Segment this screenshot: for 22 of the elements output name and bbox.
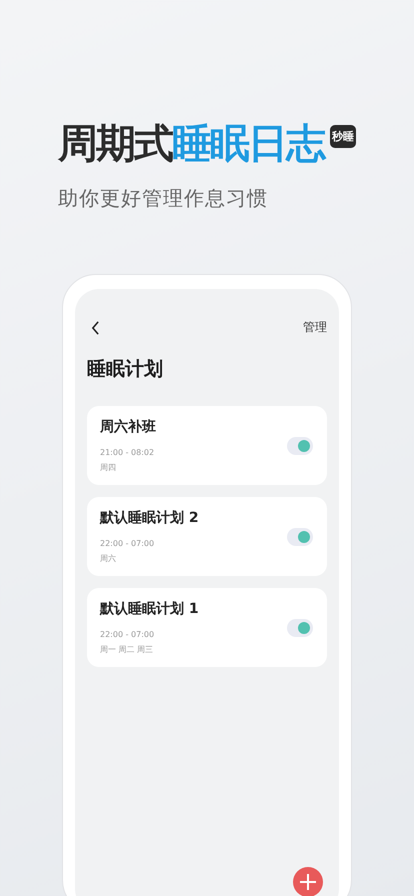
plan-days: 周一 周二 周三 bbox=[100, 644, 199, 655]
plan-time: 22:00 - 07:00 bbox=[100, 630, 156, 639]
toggle-switch[interactable] bbox=[287, 436, 313, 454]
plan-days: 周六 bbox=[100, 553, 199, 564]
plan-time: 22:00 - 07:00 bbox=[100, 539, 156, 548]
plan-name: 默认睡眠计划 2 bbox=[100, 509, 199, 527]
plan-time: 21:00 - 08:02 bbox=[100, 448, 156, 457]
back-icon[interactable] bbox=[91, 320, 100, 334]
headline: 周期式睡眠日志 bbox=[58, 120, 324, 169]
plan-card[interactable]: 周六补班 21:00 - 08:02 周四 bbox=[87, 406, 327, 485]
plan-name: 周六补班 bbox=[100, 418, 156, 436]
plan-name: 默认睡眠计划 1 bbox=[100, 600, 199, 618]
app-logo: 秒睡 bbox=[330, 125, 356, 148]
plan-days: 周四 bbox=[100, 462, 156, 473]
manage-link[interactable]: 管理 bbox=[303, 319, 327, 336]
toggle-switch[interactable] bbox=[287, 618, 313, 636]
screen-title: 睡眠计划 bbox=[87, 357, 164, 382]
plan-card[interactable]: 默认睡眠计划 1 22:00 - 07:00 周一 周二 周三 bbox=[87, 588, 327, 667]
subtitle: 助你更好管理作息习惯 bbox=[58, 185, 269, 212]
plan-card[interactable]: 默认睡眠计划 2 22:00 - 07:00 周六 bbox=[87, 497, 327, 576]
add-button[interactable] bbox=[293, 867, 323, 896]
toggle-switch[interactable] bbox=[287, 528, 313, 546]
